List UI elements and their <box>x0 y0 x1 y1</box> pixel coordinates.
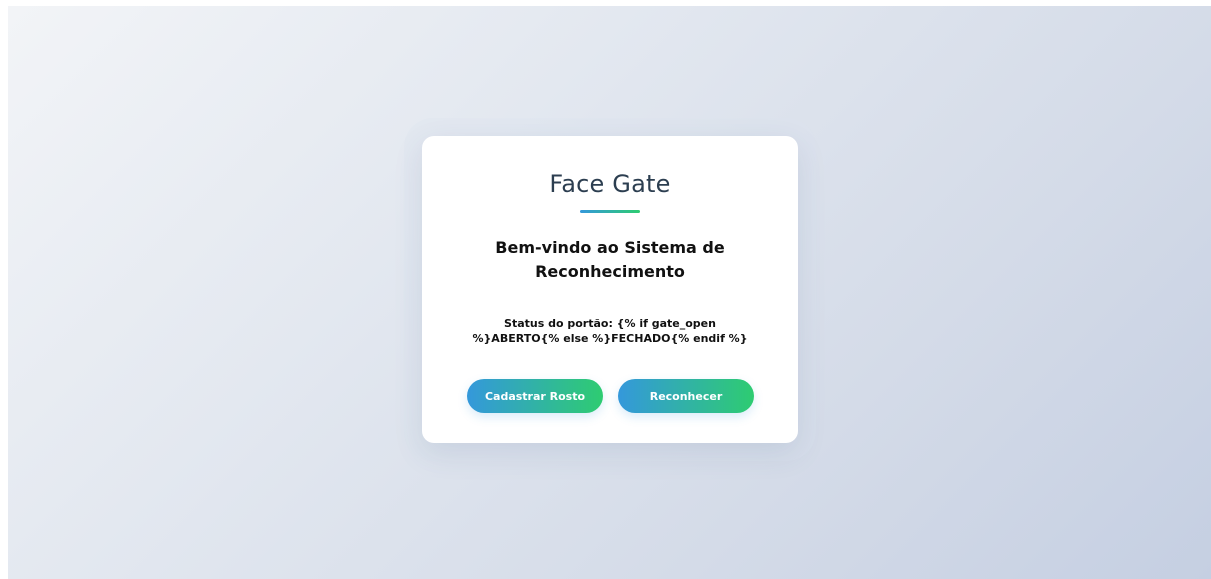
recognize-button[interactable]: Reconhecer <box>618 379 754 413</box>
main-card: Face Gate Bem-vindo ao Sistema de Reconh… <box>422 136 798 443</box>
register-face-button[interactable]: Cadastrar Rosto <box>467 379 603 413</box>
title-underline <box>580 210 640 213</box>
welcome-heading: Bem-vindo ao Sistema de Reconhecimento <box>495 238 725 281</box>
page-background: Face Gate Bem-vindo ao Sistema de Reconh… <box>8 6 1211 579</box>
page-title: Face Gate <box>549 170 671 198</box>
gate-status-text: Status do portão: {% if gate_open %}ABER… <box>472 317 748 345</box>
